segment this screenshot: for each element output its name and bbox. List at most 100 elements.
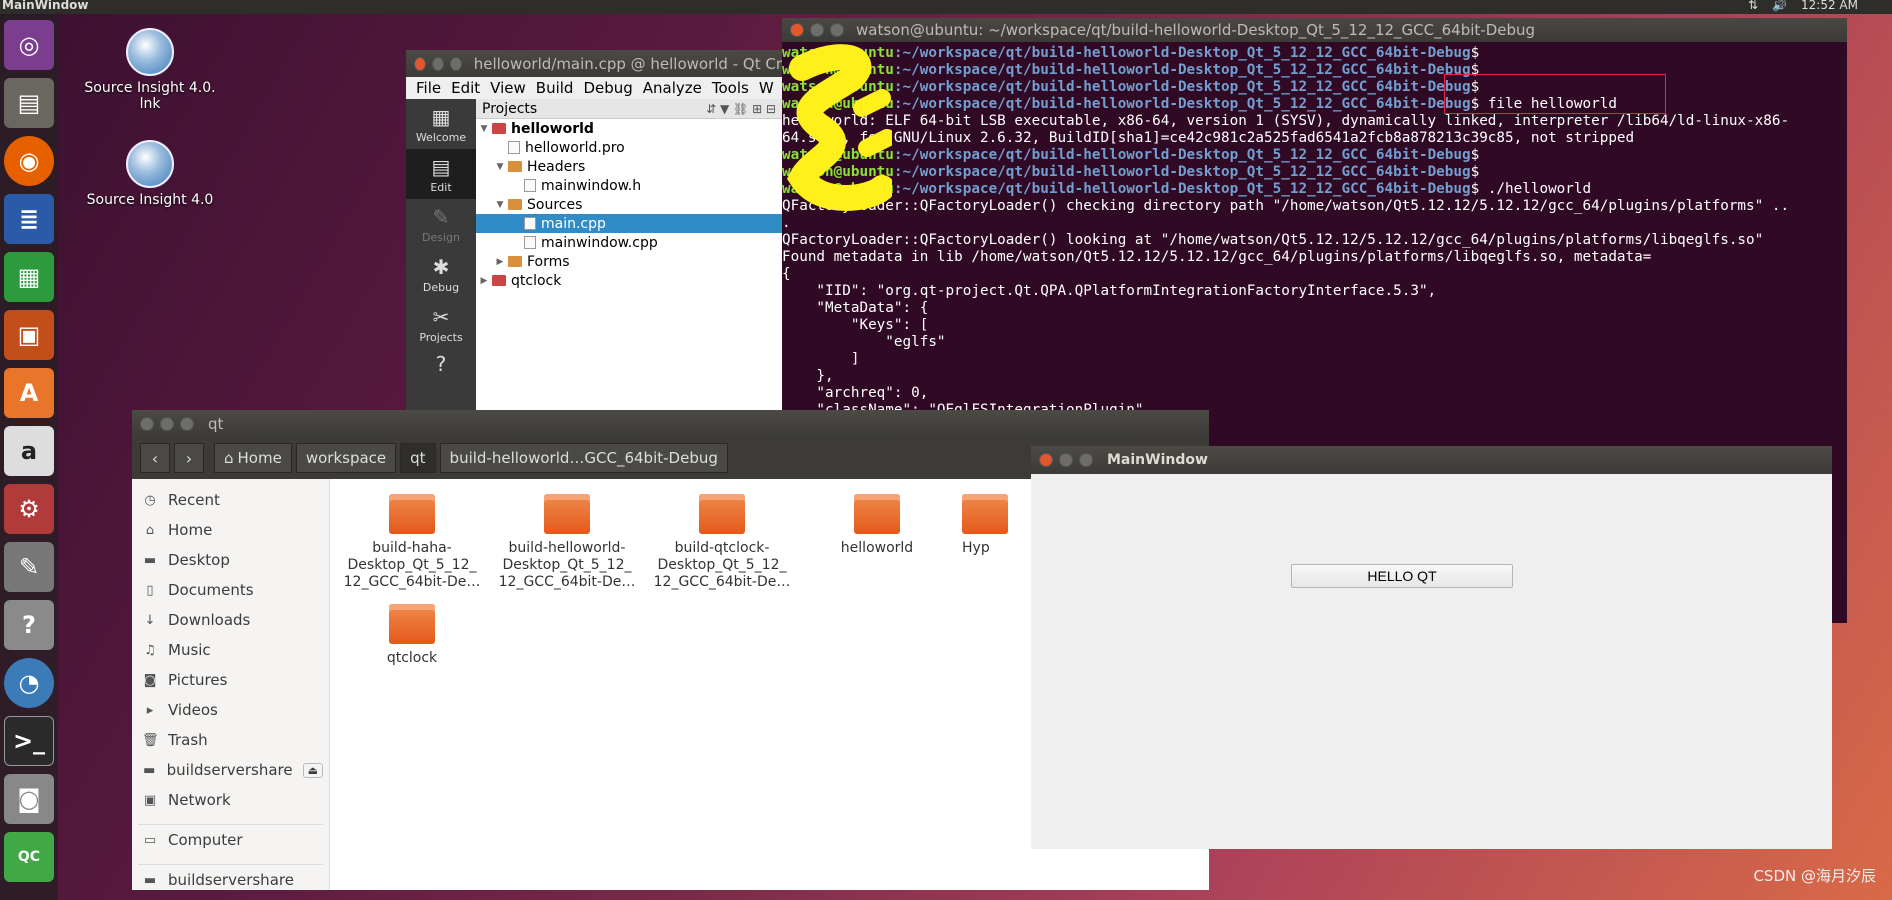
breadcrumb-qt[interactable]: qt xyxy=(400,443,436,473)
tree-project-qtclock[interactable]: ▶ qtclock xyxy=(476,271,782,290)
keyboard-icon[interactable]: ⇅ xyxy=(1748,0,1758,12)
help-icon[interactable]: ? xyxy=(4,600,54,650)
sidebar-item-downloads[interactable]: ↓ Downloads xyxy=(132,605,329,635)
writer-icon[interactable]: ≣ xyxy=(4,194,54,244)
terminal-titlebar[interactable]: watson@ubuntu: ~/workspace/qt/build-hell… xyxy=(782,18,1847,42)
menu-view[interactable]: View xyxy=(490,79,526,97)
calc-icon[interactable]: ▦ xyxy=(4,252,54,302)
minimize-button[interactable] xyxy=(810,23,824,37)
menu-edit[interactable]: Edit xyxy=(451,79,480,97)
terminal-icon[interactable]: >_ xyxy=(4,716,54,766)
menu-tools[interactable]: Tools xyxy=(712,79,749,97)
eject-icon[interactable]: ⏏ xyxy=(302,762,323,778)
sidebar-item-trash[interactable]: 🗑 Trash xyxy=(132,725,329,755)
close-button[interactable] xyxy=(414,56,426,71)
forward-button[interactable]: › xyxy=(174,443,204,473)
folder-hyp[interactable]: Hyp xyxy=(962,494,1022,557)
sidebar-item-documents[interactable]: ▯ Documents xyxy=(132,575,329,605)
minimize-button[interactable] xyxy=(160,416,174,431)
qtcreator-icon[interactable]: QC xyxy=(4,832,54,882)
tree-file-pro[interactable]: helloworld.pro xyxy=(476,138,782,157)
minimize-button[interactable] xyxy=(431,56,444,71)
sidebar-item-videos[interactable]: ▸ Videos xyxy=(132,695,329,725)
terminal-line: Found metadata in lib /home/watson/Qt5.1… xyxy=(782,249,1652,265)
editor-icon[interactable]: ✎ xyxy=(4,542,54,592)
folder-label: build-helloworld- Desktop_Qt_5_12_ 12_GC… xyxy=(498,540,636,590)
breadcrumb-workspace[interactable]: workspace xyxy=(295,443,397,473)
menu-file[interactable]: File xyxy=(416,79,441,97)
mode-welcome[interactable]: ▦ Welcome xyxy=(406,99,476,149)
files-titlebar[interactable]: qt xyxy=(132,410,1209,437)
mainwindow-titlebar[interactable]: MainWindow xyxy=(1031,446,1832,474)
tree-folder-sources[interactable]: ▼ Sources xyxy=(476,195,782,214)
tree-folder-headers[interactable]: ▼ Headers xyxy=(476,157,782,176)
close-button[interactable] xyxy=(140,416,154,431)
folder-build-qtclock[interactable]: build-qtclock- Desktop_Qt_5_12_ 12_GCC_6… xyxy=(652,494,792,591)
files-icon[interactable]: ▤ xyxy=(4,78,54,128)
desktop-icon-source-insight-lnk[interactable]: Source Insight 4.0. lnk xyxy=(80,28,220,112)
sidebar-item-buildservershare[interactable]: ▬ buildservershare ⏏ xyxy=(132,755,329,785)
menu-analyze[interactable]: Analyze xyxy=(643,79,702,97)
mode-help[interactable]: ? xyxy=(406,349,476,379)
camera-icon[interactable]: ◙ xyxy=(4,774,54,824)
impress-icon[interactable]: ▣ xyxy=(4,310,54,360)
minimize-button[interactable] xyxy=(1059,453,1073,467)
folder-build-helloworld[interactable]: build-helloworld- Desktop_Qt_5_12_ 12_GC… xyxy=(497,494,637,591)
sidebar-item-computer[interactable]: ▭ Computer xyxy=(132,825,329,855)
chevron-right-icon[interactable]: ▶ xyxy=(476,276,492,286)
back-button[interactable]: ‹ xyxy=(140,443,170,473)
projects-header[interactable]: Projects ⇵ ▼ ⛓ ⊞ ⊟ xyxy=(476,99,782,119)
settings-icon[interactable]: ⚙ xyxy=(4,484,54,534)
ubuntu-icon[interactable]: ◎ xyxy=(4,20,54,70)
mode-label: Debug xyxy=(422,280,460,294)
qtcreator-titlebar[interactable]: helloworld/main.cpp @ helloworld - Qt Cr xyxy=(406,50,782,77)
mode-debug[interactable]: ✱ Debug xyxy=(406,249,476,299)
folder-icon xyxy=(544,494,590,534)
folder-helloworld[interactable]: helloworld xyxy=(807,494,947,557)
firefox-icon[interactable]: ◉ xyxy=(4,136,54,186)
mode-projects[interactable]: ✂ Projects xyxy=(406,299,476,349)
source-insight-icon[interactable]: ◔ xyxy=(4,658,54,708)
sidebar-item-desktop[interactable]: ▬ Desktop xyxy=(132,545,329,575)
tree-folder-forms[interactable]: ▶ Forms xyxy=(476,252,782,271)
mode-edit[interactable]: ▤ Edit xyxy=(406,149,476,199)
desktop-icon-source-insight[interactable]: Source Insight 4.0 xyxy=(80,140,220,208)
breadcrumb-home[interactable]: ⌂ Home xyxy=(214,443,292,473)
chevron-down-icon[interactable]: ▼ xyxy=(492,200,508,210)
close-button[interactable] xyxy=(790,23,804,37)
software-icon[interactable]: A xyxy=(4,368,54,418)
terminal-line: QFactoryLoader::QFactoryLoader() looking… xyxy=(782,232,1764,248)
sidebar-item-buildservershare-2[interactable]: ▬ buildservershare xyxy=(132,865,329,895)
tree-file-mainwindow-h[interactable]: mainwindow.h xyxy=(476,176,782,195)
tree-project-helloworld[interactable]: ▼ helloworld xyxy=(476,119,782,138)
tree-file-main-cpp[interactable]: main.cpp xyxy=(476,214,782,233)
clock[interactable]: 12:52 AM xyxy=(1801,0,1858,12)
chevron-down-icon[interactable]: ▼ xyxy=(476,124,492,134)
sidebar-item-pictures[interactable]: ◙ Pictures xyxy=(132,665,329,695)
folder-build-haha[interactable]: build-haha- Desktop_Qt_5_12_ 12_GCC_64bi… xyxy=(342,494,482,591)
maximize-button[interactable] xyxy=(830,23,844,37)
menu-debug[interactable]: Debug xyxy=(583,79,632,97)
menu-window[interactable]: W xyxy=(759,79,774,97)
terminal-output[interactable]: watson@ubuntu:~/workspace/qt/build-hello… xyxy=(782,42,1847,437)
window-title: qt xyxy=(208,414,224,433)
maximize-button[interactable] xyxy=(449,56,462,71)
volume-icon[interactable]: 🔊 xyxy=(1772,0,1787,12)
maximize-button[interactable] xyxy=(1079,453,1093,467)
sidebar-item-home[interactable]: ⌂ Home xyxy=(132,515,329,545)
amazon-icon[interactable]: a xyxy=(4,426,54,476)
sidebar-item-music[interactable]: ♫ Music xyxy=(132,635,329,665)
menu-build[interactable]: Build xyxy=(536,79,574,97)
sidebar-item-network[interactable]: ▣ Network xyxy=(132,785,329,815)
filter-icon[interactable]: ⇵ ▼ ⛓ ⊞ ⊟ xyxy=(706,102,776,116)
breadcrumb-build[interactable]: build-helloworld…GCC_64bit-Debug xyxy=(439,443,728,473)
mode-design[interactable]: ✎ Design xyxy=(406,199,476,249)
close-button[interactable] xyxy=(1039,453,1053,467)
hello-qt-button[interactable]: HELLO QT xyxy=(1291,564,1513,588)
folder-qtclock[interactable]: qtclock xyxy=(342,604,482,667)
maximize-button[interactable] xyxy=(180,416,194,431)
tree-file-mainwindow-cpp[interactable]: mainwindow.cpp xyxy=(476,233,782,252)
sidebar-item-recent[interactable]: ◷ Recent xyxy=(132,485,329,515)
chevron-down-icon[interactable]: ▼ xyxy=(492,162,508,172)
chevron-right-icon[interactable]: ▶ xyxy=(492,257,508,267)
